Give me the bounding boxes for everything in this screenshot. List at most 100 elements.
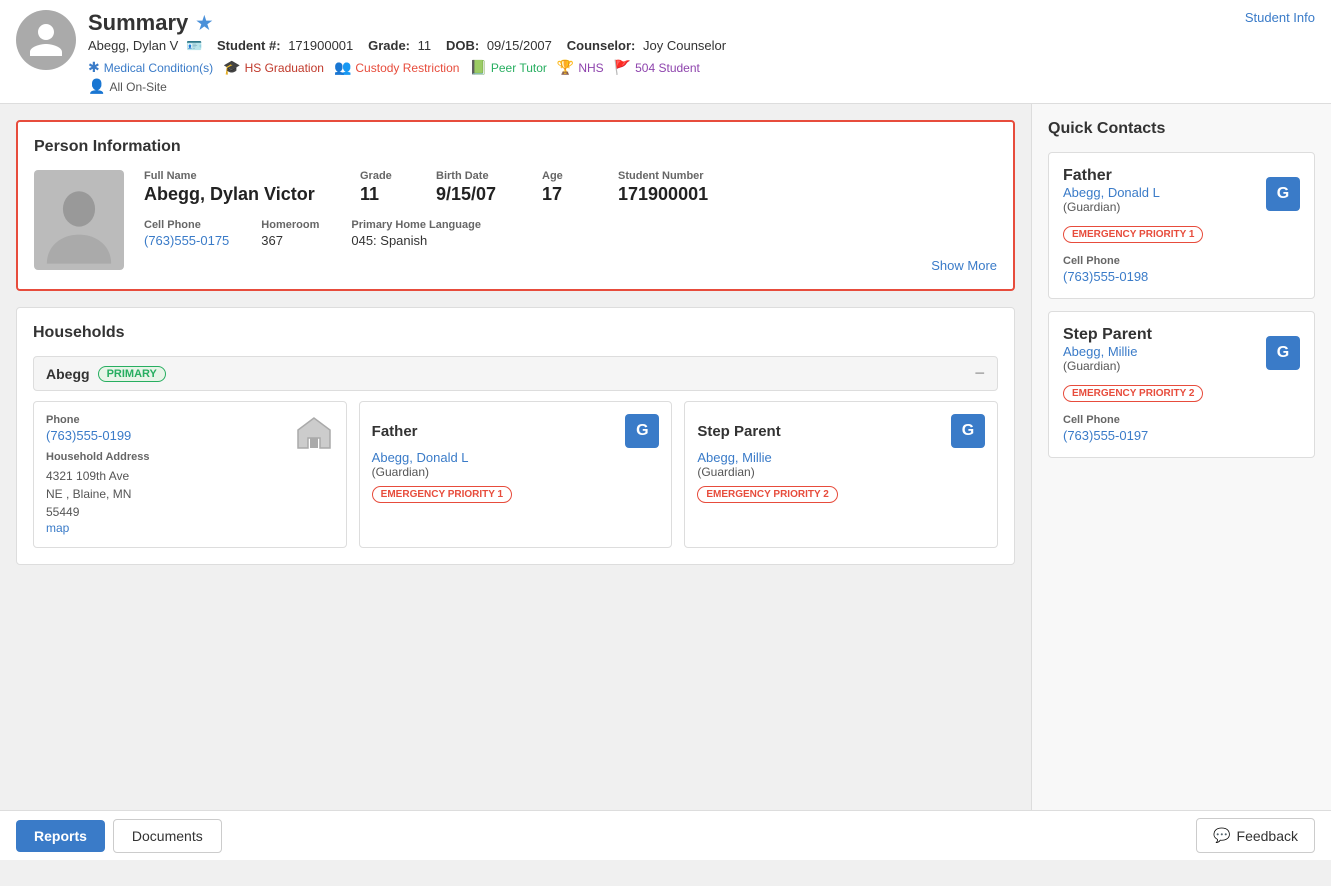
star-icon[interactable]: ★ <box>196 13 212 34</box>
address-info: Phone (763)555-0199 Household Address 43… <box>46 414 150 535</box>
father-role: Father <box>372 423 418 440</box>
household-phone[interactable]: (763)555-0199 <box>46 428 150 443</box>
student-info-link[interactable]: Student Info <box>1245 10 1315 25</box>
primary-language-label: Primary Home Language <box>351 219 481 231</box>
counselor-label: Counselor: <box>567 38 636 53</box>
stepparent-sub: (Guardian) <box>697 465 985 479</box>
feedback-chat-icon: 💬 <box>1213 827 1230 844</box>
dob-label: DOB: <box>446 38 479 53</box>
homeroom-group: Homeroom 367 <box>261 219 319 248</box>
homeroom-value: 367 <box>261 233 319 248</box>
tutor-icon: 📗 <box>469 59 486 76</box>
collapse-household-button[interactable]: − <box>974 363 985 384</box>
504-icon: 🚩 <box>614 59 631 76</box>
504-badge[interactable]: 🚩 504 Student <box>614 59 700 76</box>
primary-language-group: Primary Home Language 045: Spanish <box>351 219 481 248</box>
student-number-col-label: Student Number <box>618 170 778 182</box>
custody-badge[interactable]: 👥 Custody Restriction <box>334 59 459 76</box>
father-avatar: G <box>625 414 659 448</box>
cell-phone-label: Cell Phone <box>144 219 229 231</box>
feedback-button[interactable]: 💬 Feedback <box>1196 818 1315 853</box>
footer: Reports Documents 💬 Feedback <box>0 810 1331 860</box>
custody-icon: 👥 <box>334 59 351 76</box>
household-tab-name[interactable]: Abegg <box>46 366 90 382</box>
full-name-label: Full Name <box>144 170 344 182</box>
student-number: 171900001 <box>288 38 353 53</box>
main-content: Person Information Full Name Grade Birth… <box>0 104 1331 810</box>
grade-col-label: Grade <box>360 170 420 182</box>
student-name: Abegg, Dylan V <box>88 38 178 53</box>
page-title: Summary ★ <box>88 10 730 36</box>
qc-stepparent-card: Step Parent Abegg, Millie (Guardian) G E… <box>1048 311 1315 458</box>
phone-label: Phone <box>46 414 150 426</box>
show-more-link[interactable]: Show More <box>144 258 997 273</box>
student-meta: Abegg, Dylan V 🪪 Student #: 171900001 Gr… <box>88 38 730 54</box>
student-number-value: 171900001 <box>618 184 778 205</box>
student-avatar <box>16 10 76 70</box>
qc-father-name[interactable]: Abegg, Donald L <box>1063 185 1160 200</box>
qc-father-emergency: EMERGENCY PRIORITY 1 <box>1063 226 1203 243</box>
households-section: Households Abegg PRIMARY − Phone (763)55… <box>16 307 1015 565</box>
birth-date-value: 9/15/07 <box>436 184 526 205</box>
qc-father-type: Father <box>1063 167 1160 185</box>
cell-phone-group: Cell Phone (763)555-0175 <box>144 219 229 248</box>
address-label: Household Address <box>46 451 150 463</box>
stepparent-name-link[interactable]: Abegg, Millie <box>697 450 985 465</box>
full-name-value: Abegg, Dylan Victor <box>144 184 344 205</box>
reports-button[interactable]: Reports <box>16 820 105 852</box>
qc-stepparent-type: Step Parent <box>1063 326 1152 344</box>
household-father-card: Father G Abegg, Donald L (Guardian) EMER… <box>359 401 673 548</box>
nhs-label: NHS <box>578 61 603 75</box>
documents-button[interactable]: Documents <box>113 819 222 853</box>
map-link[interactable]: map <box>46 521 150 535</box>
cell-phone-value[interactable]: (763)555-0175 <box>144 233 229 248</box>
birth-date-col-label: Birth Date <box>436 170 526 182</box>
household-stepparent-card: Step Parent G Abegg, Millie (Guardian) E… <box>684 401 998 548</box>
onsite-icon: 👤 <box>88 78 105 95</box>
homeroom-label: Homeroom <box>261 219 319 231</box>
qc-father-avatar: G <box>1266 177 1300 211</box>
qc-father-phone-label: Cell Phone <box>1063 255 1300 267</box>
graduation-badge[interactable]: 🎓 HS Graduation <box>223 59 324 76</box>
qc-stepparent-name[interactable]: Abegg, Millie <box>1063 344 1152 359</box>
qc-stepparent-phone[interactable]: (763)555-0197 <box>1063 428 1300 443</box>
father-name-row: Father G <box>372 414 660 448</box>
household-cards: Phone (763)555-0199 Household Address 43… <box>33 401 998 548</box>
page-header: Summary ★ Abegg, Dylan V 🪪 Student #: 17… <box>0 0 1331 104</box>
graduation-icon: 🎓 <box>223 59 240 76</box>
household-address: 4321 109th AveNE , Blaine, MN55449 <box>46 467 150 521</box>
stepparent-avatar: G <box>951 414 985 448</box>
medical-icon: ✱ <box>88 59 100 76</box>
badges-row: ✱ Medical Condition(s) 🎓 HS Graduation 👥… <box>88 59 730 76</box>
id-card-icon: 🪪 <box>186 38 202 53</box>
header-left: Summary ★ Abegg, Dylan V 🪪 Student #: 17… <box>16 10 730 95</box>
onsite-label: All On-Site <box>109 80 166 94</box>
grade: 11 <box>418 38 432 53</box>
households-title: Households <box>33 324 998 342</box>
qc-stepparent-emergency: EMERGENCY PRIORITY 2 <box>1063 385 1203 402</box>
person-photo <box>34 170 124 270</box>
tutor-badge[interactable]: 📗 Peer Tutor <box>469 59 546 76</box>
person-information-section: Person Information Full Name Grade Birth… <box>16 120 1015 291</box>
age-col-label: Age <box>542 170 602 182</box>
age-value: 17 <box>542 184 602 205</box>
qc-father-phone[interactable]: (763)555-0198 <box>1063 269 1300 284</box>
household-tab-bar: Abegg PRIMARY − <box>33 356 998 391</box>
dob: 09/15/2007 <box>487 38 552 53</box>
father-name-link[interactable]: Abegg, Donald L <box>372 450 660 465</box>
tutor-label: Peer Tutor <box>491 61 547 75</box>
right-panel: Quick Contacts Father Abegg, Donald L (G… <box>1031 104 1331 810</box>
feedback-label: Feedback <box>1237 828 1298 844</box>
father-emergency-badge: EMERGENCY PRIORITY 1 <box>372 486 512 503</box>
person-information-title: Person Information <box>34 138 997 156</box>
grade-value: 11 <box>360 184 420 205</box>
nhs-badge[interactable]: 🏆 NHS <box>557 59 604 76</box>
onsite-badge[interactable]: 👤 All On-Site <box>88 78 167 95</box>
father-sub: (Guardian) <box>372 465 660 479</box>
stepparent-name-row: Step Parent G <box>697 414 985 448</box>
summary-title: Summary <box>88 10 188 36</box>
stepparent-role: Step Parent <box>697 423 780 440</box>
qc-father-sub: (Guardian) <box>1063 200 1160 214</box>
stepparent-emergency-badge: EMERGENCY PRIORITY 2 <box>697 486 837 503</box>
medical-badge[interactable]: ✱ Medical Condition(s) <box>88 59 213 76</box>
